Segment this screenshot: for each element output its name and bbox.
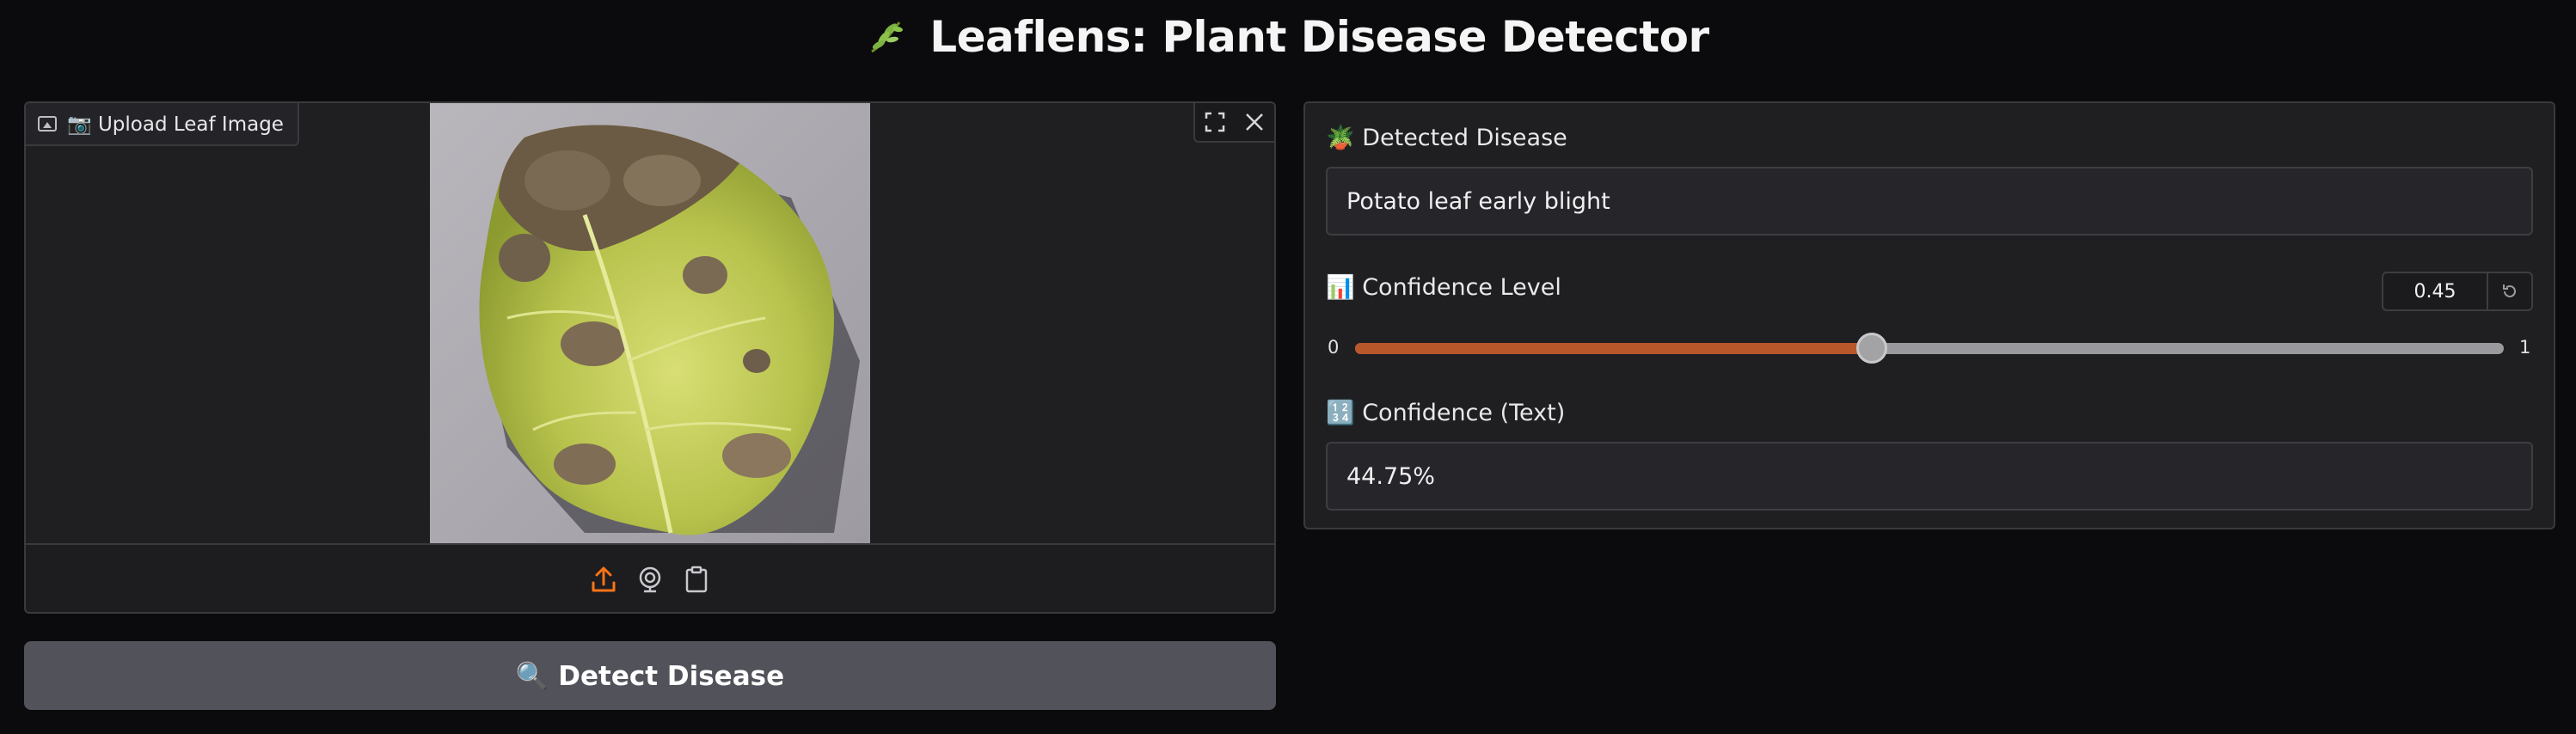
image-uploader[interactable]: 📷 Upload Leaf Image [24, 101, 1276, 614]
clipboard-icon[interactable] [683, 565, 710, 594]
confidence-level-label: 📊 Confidence Level [1326, 274, 1561, 301]
image-source-bar [26, 543, 1274, 612]
results-panel: 🪴 Detected Disease Potato leaf early bli… [1303, 101, 2555, 529]
confidence-text-output[interactable]: 44.75% [1326, 442, 2533, 511]
image-uploader-label: 📷 Upload Leaf Image [26, 103, 299, 146]
confidence-text-label: 🔢 Confidence (Text) [1326, 400, 1566, 426]
page-title: Leaflens: Plant Disease Detector [0, 12, 2576, 62]
image-icon [38, 116, 57, 132]
page-title-text: Leaflens: Plant Disease Detector [929, 12, 1709, 62]
confidence-slider-thumb[interactable] [1856, 333, 1888, 364]
detected-disease-label: 🪴 Detected Disease [1326, 125, 1567, 151]
confidence-slider-fill [1355, 343, 1873, 354]
slider-min-label: 0 [1328, 337, 1340, 358]
fullscreen-icon[interactable] [1195, 103, 1235, 141]
leaf-image [430, 103, 870, 543]
confidence-number-value[interactable]: 0.45 [2383, 273, 2488, 309]
confidence-slider-track[interactable] [1355, 343, 2504, 354]
slider-max-label: 1 [2519, 337, 2531, 358]
confidence-number-input[interactable]: 0.45 [2382, 272, 2533, 311]
image-uploader-label-text: 📷 Upload Leaf Image [67, 113, 284, 136]
upload-icon[interactable] [590, 565, 617, 594]
seedling-icon [867, 12, 921, 62]
detected-disease-output[interactable]: Potato leaf early blight [1326, 167, 2533, 235]
close-icon[interactable] [1235, 103, 1274, 141]
reset-icon[interactable] [2488, 273, 2531, 309]
webcam-icon[interactable] [636, 565, 664, 594]
image-toolbar [1193, 103, 1274, 143]
detect-disease-button[interactable]: 🔍 Detect Disease [24, 641, 1276, 710]
